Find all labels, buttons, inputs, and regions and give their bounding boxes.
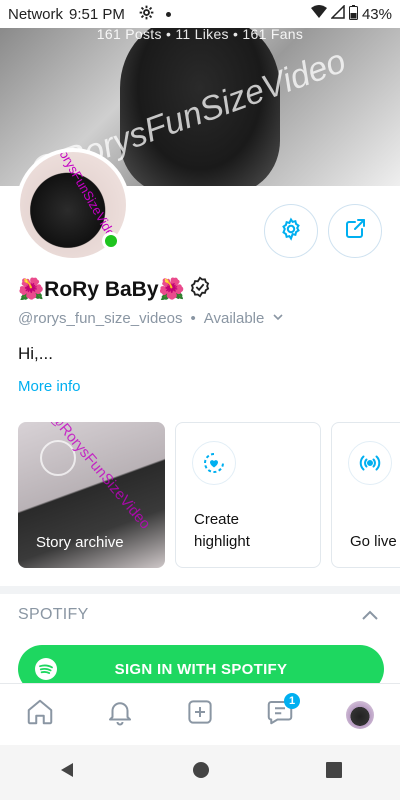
battery-percent: 43% [361,5,392,23]
chevron-up-icon[interactable] [360,606,380,631]
online-status-indicator [102,232,120,250]
profile-bio: Hi,... [18,344,53,363]
back-icon[interactable] [58,761,76,784]
username-separator: • [190,310,196,327]
plus-square-icon [185,697,215,732]
home-circle-icon[interactable] [192,761,210,784]
time-label: 9:51 PM [69,5,125,23]
profile-name-row: 🌺RoRy BaBy🌺 [18,276,211,303]
gear-icon [279,216,303,246]
go-live-label: Go live [350,533,397,550]
nav-profile[interactable] [340,695,380,735]
profile-avatar [346,700,374,729]
go-live-card[interactable]: Go live [331,422,400,568]
system-navigation-bar [0,745,400,800]
heart-circle-icon [192,441,236,485]
story-archive-card[interactable]: @RorysFunSizeVideo Story archive [18,422,165,568]
nav-messages[interactable]: 1 [260,692,300,735]
profile-name: 🌺RoRy BaBy🌺 [18,277,185,301]
highlights-row: @RorysFunSizeVideo Story archive Create … [18,422,400,570]
username: @rorys_fun_size_videos [18,310,183,327]
username-row: @rorys_fun_size_videos • Available [18,310,284,327]
notification-dot-icon [165,11,171,17]
story-archive-watermark: @RorysFunSizeVideo [45,422,154,533]
spotify-icon [34,657,58,685]
cover-stats: 161 Posts • 11 Likes • 161 Fans [96,28,304,42]
share-icon [343,217,367,246]
gear-icon [139,5,154,24]
nav-new-post[interactable] [180,695,220,735]
verified-icon [189,276,211,303]
wifi-icon [310,5,327,23]
messages-badge: 1 [284,692,300,709]
share-button[interactable] [328,204,382,258]
carrier-label: Network [8,5,64,23]
chevron-down-icon[interactable] [272,310,284,327]
home-icon [25,697,55,732]
more-info-link[interactable]: More info [18,378,81,395]
profile-screen: Network 9:51 PM 43% 161 Posts • 11 Likes… [0,0,400,800]
nav-notifications[interactable] [100,695,140,735]
create-highlight-card[interactable]: Create highlight [175,422,321,568]
bottom-navigation: 1 [0,683,400,745]
spotify-section-title: SPOTIFY [18,606,89,623]
signal-icon [330,4,345,23]
nav-home[interactable] [20,695,60,735]
settings-button[interactable] [264,204,318,258]
status-bar: Network 9:51 PM 43% [0,0,400,28]
create-highlight-label: Create highlight [194,511,250,550]
section-divider [0,586,400,594]
broadcast-icon [348,441,392,485]
recents-icon[interactable] [326,762,342,783]
spotify-button-label: SIGN IN WITH SPOTIFY [114,660,288,678]
story-archive-label: Story archive [36,534,124,551]
battery-icon [348,4,358,24]
bell-icon [105,697,135,732]
availability-status[interactable]: Available [204,310,265,327]
